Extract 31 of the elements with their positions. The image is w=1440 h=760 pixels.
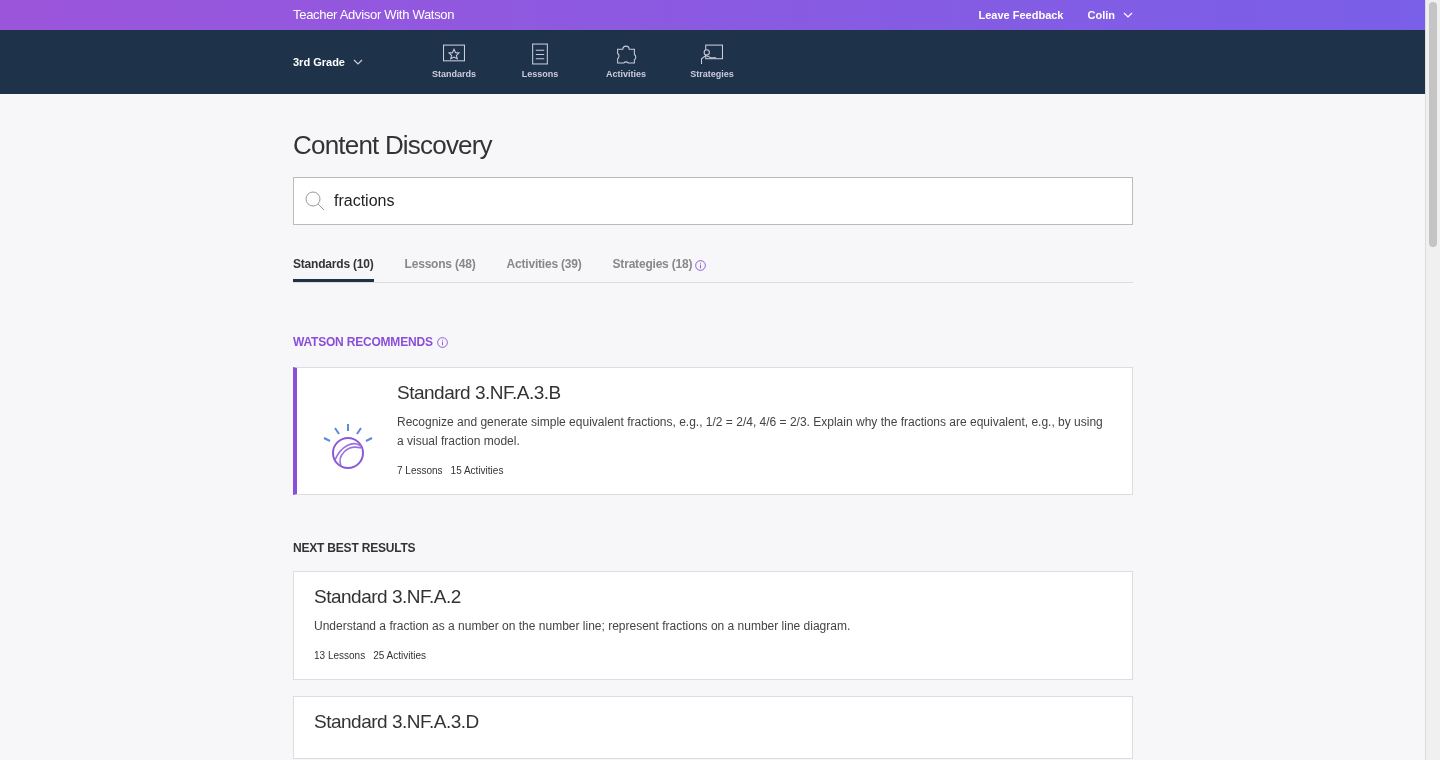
result-title: Standard 3.NF.A.2 — [314, 586, 462, 609]
user-menu[interactable]: Colin — [1087, 6, 1133, 24]
page-title: Content Discovery — [293, 130, 494, 162]
chevron-down-icon — [352, 59, 363, 65]
feedback-link[interactable]: Leave Feedback — [978, 6, 1064, 24]
section-heading: NEXT BEST RESULTS — [293, 540, 417, 557]
activity-count: 25 Activities — [373, 648, 426, 663]
scrollbar-thumb[interactable] — [1429, 2, 1437, 247]
result-title: Standard 3.NF.A.3.D — [314, 710, 480, 734]
nav-tab[interactable]: Lessons — [497, 42, 583, 82]
nav-tab[interactable]: Activities — [583, 42, 669, 82]
result-title: Standard 3.NF.A.3.B — [397, 382, 562, 405]
nav-tab[interactable]: Standards — [411, 42, 497, 82]
lesson-count: 13 Lessons — [314, 648, 366, 663]
info-icon[interactable] — [695, 259, 707, 271]
presenter-icon — [699, 42, 725, 65]
chevron-down-icon — [1123, 12, 1133, 18]
result-card[interactable] — [293, 367, 1133, 495]
result-description: Understand a fraction as a number on the number line; represent fractions on a number line diagram. — [314, 617, 852, 635]
app-title: Teacher Advisor With Watson — [293, 6, 455, 25]
result-description: Recognize and generate simple equivalent fractions, e.g., 1/2 = 2/4, 4/6 = 2/3. Explain why the fractions are equivalent, e.g., by using a visual fraction model. — [397, 414, 1104, 450]
result-card[interactable]: Standard 3.NF.A.3.D — [293, 695, 1133, 759]
activity-count: 15 Activities — [450, 464, 504, 478]
section-heading: WATSON RECOMMENDS — [293, 334, 433, 352]
search-field[interactable]: fractions — [293, 177, 1133, 226]
nav-tab[interactable]: Strategies — [669, 42, 755, 82]
info-icon[interactable] — [436, 336, 448, 348]
tab[interactable]: Standards (10) — [293, 255, 374, 283]
result-card[interactable]: Standard 3.NF.A.2 Understand a fraction as a number on the number line; represent fractions on a number line diagram. 13 Lessons 25 Activities — [293, 571, 1133, 680]
grade-dropdown[interactable]: 3rd Grade — [293, 53, 411, 71]
lesson-count: 7 Lessons — [397, 464, 443, 478]
